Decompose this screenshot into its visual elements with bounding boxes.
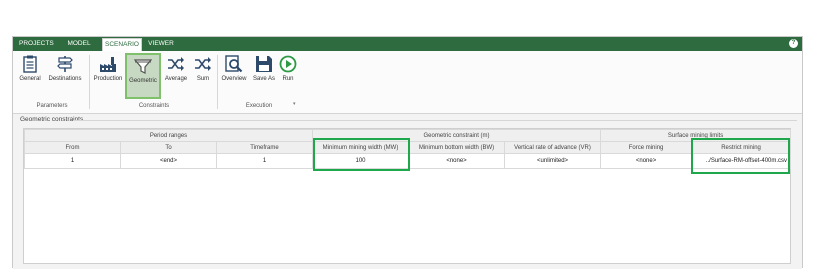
- factory-icon: [100, 57, 116, 72]
- clipboard-icon: [23, 55, 37, 73]
- geometric-button[interactable]: Geometric: [125, 53, 161, 99]
- group-divider: [89, 55, 90, 109]
- column-header-force-mining[interactable]: Force mining: [600, 141, 693, 154]
- signpost-icon: [57, 56, 73, 72]
- save-as-button[interactable]: Save As: [251, 55, 277, 82]
- magnifier-report-icon: [225, 55, 243, 73]
- cell-restrict-mining[interactable]: ../Surface-RM-offset-400m.csv: [691, 153, 792, 169]
- destinations-label: Destinations: [48, 76, 82, 82]
- general-button[interactable]: General: [16, 55, 44, 82]
- funnel-icon: [134, 59, 152, 74]
- destinations-button[interactable]: Destinations: [45, 55, 85, 82]
- group-header-period-ranges: Period ranges: [23, 129, 314, 142]
- help-icon[interactable]: ?: [789, 39, 798, 48]
- tab-viewer[interactable]: VIEWER: [147, 37, 175, 51]
- section-divider: [73, 120, 797, 121]
- shuffle-icon: [168, 57, 184, 71]
- shuffle-icon: [195, 57, 211, 71]
- column-header-restrict-mining[interactable]: Restrict mining: [691, 141, 792, 154]
- constraints-table: Period ranges Geometric constraint (m) S…: [23, 129, 792, 169]
- overview-button[interactable]: Overview: [219, 55, 249, 82]
- cell-from[interactable]: 1: [24, 153, 121, 169]
- save-icon: [256, 56, 272, 72]
- cell-min-bottom-width[interactable]: <none>: [408, 153, 506, 169]
- geometric-label: Geometric: [129, 78, 157, 84]
- menu-bar: PROJECTS MODEL SCENARIO VIEWER ?: [13, 37, 802, 52]
- column-header-from[interactable]: From: [24, 141, 121, 154]
- geometric-constraints-panel: Geometric constraints Period ranges Geom…: [13, 114, 802, 269]
- column-header-to[interactable]: To: [120, 141, 217, 154]
- sum-button[interactable]: Sum: [191, 55, 215, 82]
- table-row[interactable]: 1 <end> 1 100 <none> <unlimited> <none> …: [24, 153, 792, 169]
- sum-label: Sum: [196, 76, 210, 82]
- cell-force-mining[interactable]: <none>: [600, 153, 693, 169]
- run-label: Run: [282, 76, 294, 82]
- save-as-label: Save As: [252, 76, 275, 82]
- cell-min-mining-width[interactable]: 100: [312, 153, 410, 169]
- column-header-min-bottom-width[interactable]: Minimum bottom width (BW): [408, 141, 506, 154]
- cell-vertical-rate[interactable]: <unlimited>: [504, 153, 602, 169]
- constraints-grid: Period ranges Geometric constraint (m) S…: [23, 128, 792, 264]
- app-window: PROJECTS MODEL SCENARIO VIEWER ? General…: [12, 36, 803, 269]
- group-divider: [217, 55, 218, 109]
- constraints-group-label: Constraints: [138, 103, 170, 109]
- play-icon: [279, 55, 297, 73]
- ribbon: General Destinations Parameters Producti…: [13, 51, 802, 114]
- group-header-surface-limits: Surface mining limits: [600, 129, 792, 142]
- column-header-min-mining-width[interactable]: Minimum mining width (MW): [312, 141, 410, 154]
- execution-group-label: Execution: [245, 103, 273, 109]
- tab-scenario[interactable]: SCENARIO: [102, 38, 142, 52]
- run-button[interactable]: Run: [278, 55, 298, 82]
- cell-timeframe[interactable]: 1: [215, 153, 314, 169]
- group-header-geometric: Geometric constraint (m): [312, 129, 602, 142]
- group-expander-icon[interactable]: ▾: [293, 101, 296, 107]
- overview-label: Overview: [221, 76, 247, 82]
- production-button[interactable]: Production: [93, 55, 123, 82]
- tab-model[interactable]: MODEL: [65, 37, 93, 51]
- average-label: Average: [164, 76, 188, 82]
- parameters-group-label: Parameters: [36, 103, 68, 109]
- average-button[interactable]: Average: [163, 55, 189, 82]
- production-label: Production: [93, 76, 123, 82]
- column-header-vertical-rate[interactable]: Vertical rate of advance (VR): [504, 141, 602, 154]
- tab-projects[interactable]: PROJECTS: [19, 37, 54, 51]
- cell-to[interactable]: <end>: [120, 153, 217, 169]
- column-header-timeframe[interactable]: Timeframe: [215, 141, 314, 154]
- general-label: General: [19, 76, 41, 82]
